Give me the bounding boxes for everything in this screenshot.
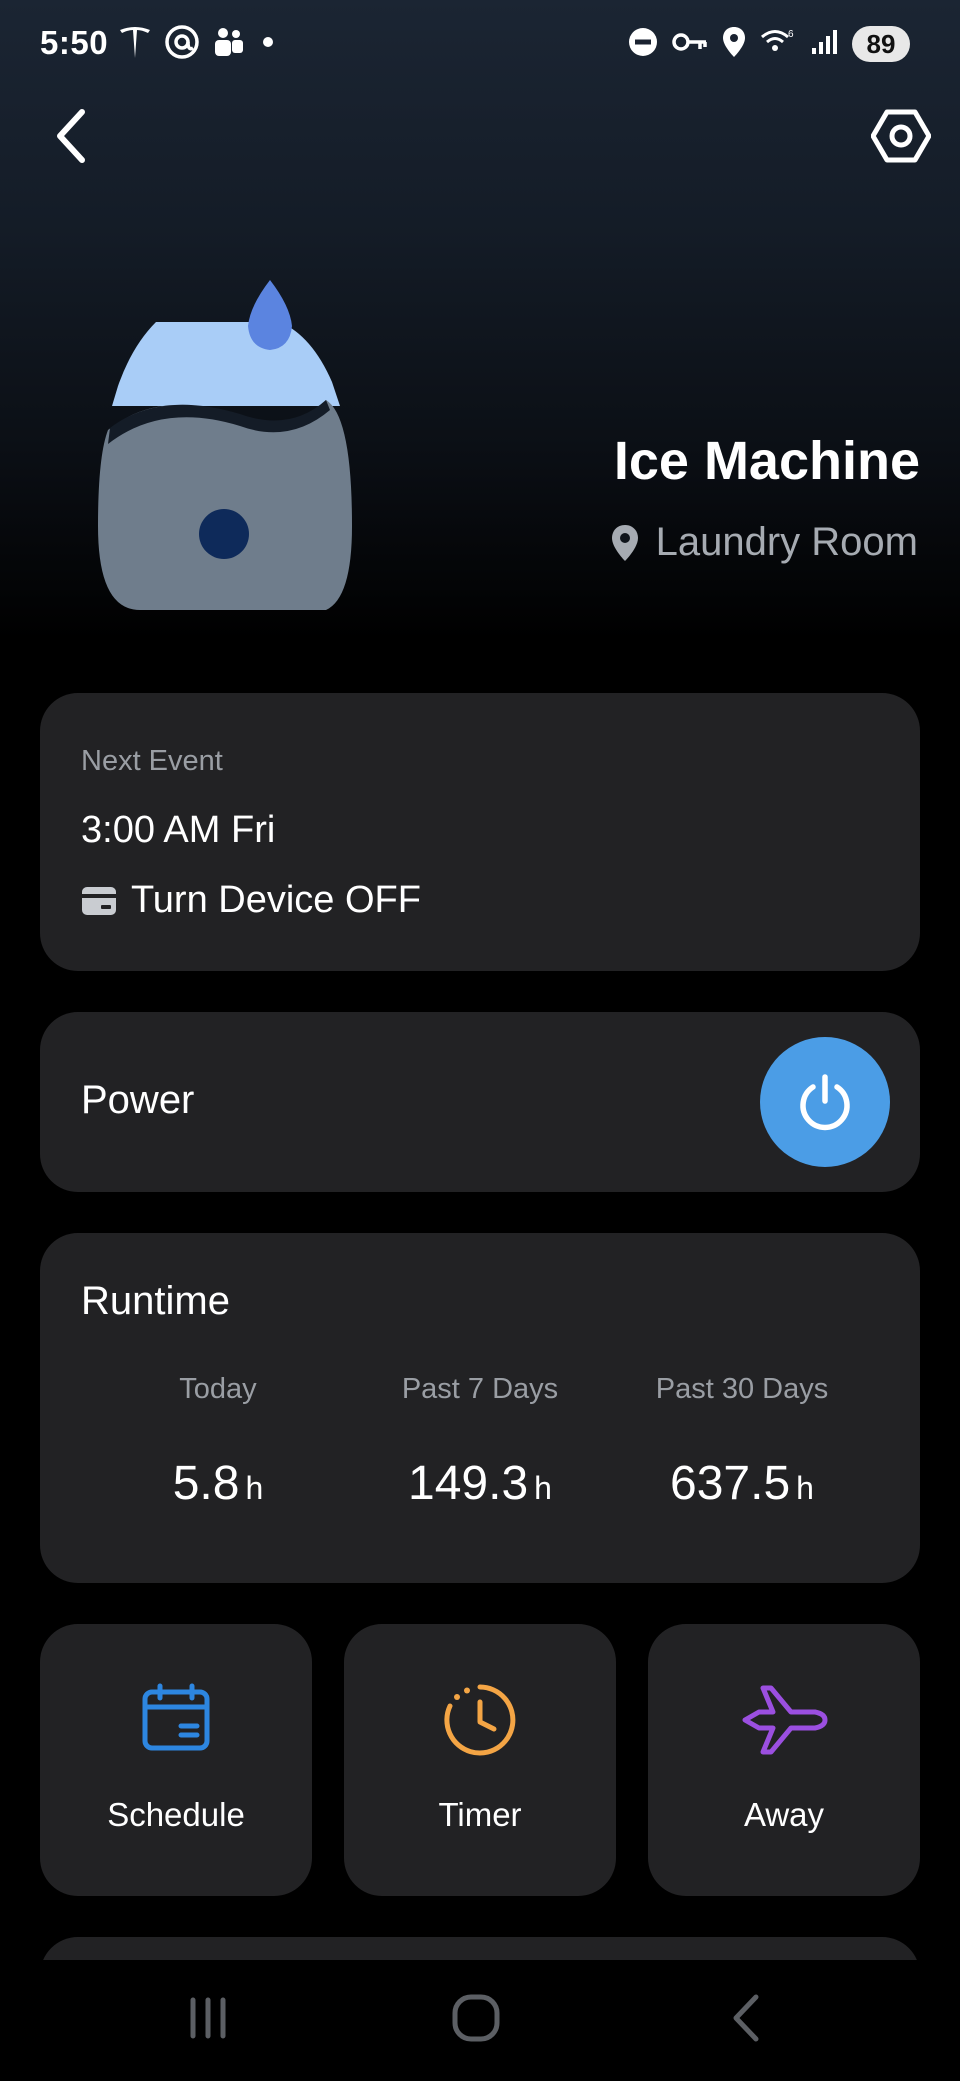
clock-icon	[344, 1682, 616, 1758]
home-button[interactable]	[436, 1980, 516, 2056]
next-event-time: 3:00 AM Fri	[81, 809, 276, 851]
runtime-stat-30-days: Past 30 Days 637.5 h	[616, 1373, 868, 1511]
event-card-icon	[82, 886, 116, 915]
actions-row: Schedule Timer Away	[40, 1624, 920, 1896]
back-button[interactable]	[44, 104, 96, 168]
runtime-title: Runtime	[81, 1279, 230, 1323]
stat-label: Today	[179, 1373, 257, 1405]
stat-unit: h	[796, 1470, 814, 1506]
wifi-6-icon: 6	[760, 27, 796, 62]
power-icon	[800, 1074, 850, 1131]
next-event-action: Turn Device OFF	[81, 879, 421, 922]
status-right-icons: 6 89	[628, 24, 910, 64]
power-label: Power	[81, 1078, 195, 1122]
runtime-stat-today: Today 5.8 h	[92, 1373, 344, 1511]
do-not-disturb-icon	[628, 27, 658, 62]
back-icon	[733, 1994, 759, 2042]
away-label: Away	[743, 1796, 825, 1833]
chevron-left-icon	[57, 109, 85, 163]
system-back-button[interactable]	[706, 1980, 786, 2056]
stat-number: 637.5	[670, 1457, 791, 1510]
stat-number: 149.3	[408, 1457, 529, 1510]
tesla-icon	[118, 24, 152, 65]
device-location-text: Laundry Room	[655, 520, 918, 564]
stat-value: 637.5 h	[616, 1456, 868, 1511]
airplane-icon	[648, 1682, 920, 1758]
runtime-card[interactable]: Runtime Today 5.8 h Past 7 Days 149.3 h Pa…	[40, 1233, 920, 1583]
device-illustration	[90, 276, 370, 616]
status-time: 5:50	[40, 24, 109, 61]
notification-dot-icon	[258, 32, 278, 57]
power-card: Power	[40, 1012, 920, 1192]
next-event-action-text: Turn Device OFF	[131, 879, 421, 921]
stat-number: 5.8	[172, 1457, 240, 1510]
teams-icon	[212, 25, 246, 64]
system-nav-bar	[0, 1960, 960, 2081]
stat-value: 5.8 h	[92, 1456, 344, 1511]
location-pin-icon	[611, 524, 638, 561]
settings-button[interactable]	[866, 104, 936, 168]
battery-indicator: 89	[852, 26, 910, 62]
schedule-label: Schedule	[107, 1796, 245, 1833]
stat-label: Past 30 Days	[655, 1373, 829, 1405]
location-icon	[722, 26, 746, 63]
power-toggle-button[interactable]	[760, 1037, 890, 1167]
hex-settings-icon	[871, 109, 931, 163]
stat-unit: h	[245, 1470, 264, 1506]
status-bar: 5:50 6 89	[0, 0, 960, 90]
away-button[interactable]: Away	[648, 1624, 920, 1896]
next-event-card[interactable]: Next Event 3:00 AM Fri Turn Device OFF	[40, 693, 920, 971]
schedule-button[interactable]: Schedule	[40, 1624, 312, 1896]
runtime-stat-7-days: Past 7 Days 149.3 h	[354, 1373, 606, 1511]
timer-button[interactable]: Timer	[344, 1624, 616, 1896]
vpn-key-icon	[672, 30, 708, 59]
home-icon	[452, 1994, 500, 2042]
next-event-label: Next Event	[81, 745, 223, 777]
stat-unit: h	[534, 1470, 552, 1506]
runtime-stats: Today 5.8 h Past 7 Days 149.3 h Past 30 Da…	[40, 1373, 920, 1511]
recents-icon	[190, 1997, 226, 2039]
calendar-icon	[40, 1682, 312, 1758]
timer-label: Timer	[438, 1796, 522, 1833]
device-name: Ice Machine	[613, 431, 920, 491]
svg-text:6: 6	[788, 29, 794, 40]
stat-value: 149.3 h	[354, 1456, 606, 1511]
cell-signal-icon	[810, 28, 838, 61]
device-location: Laundry Room	[610, 520, 918, 565]
threads-icon	[164, 24, 200, 65]
recents-button[interactable]	[168, 1980, 248, 2056]
stat-label: Past 7 Days	[401, 1373, 559, 1405]
status-left-icons	[118, 24, 278, 64]
